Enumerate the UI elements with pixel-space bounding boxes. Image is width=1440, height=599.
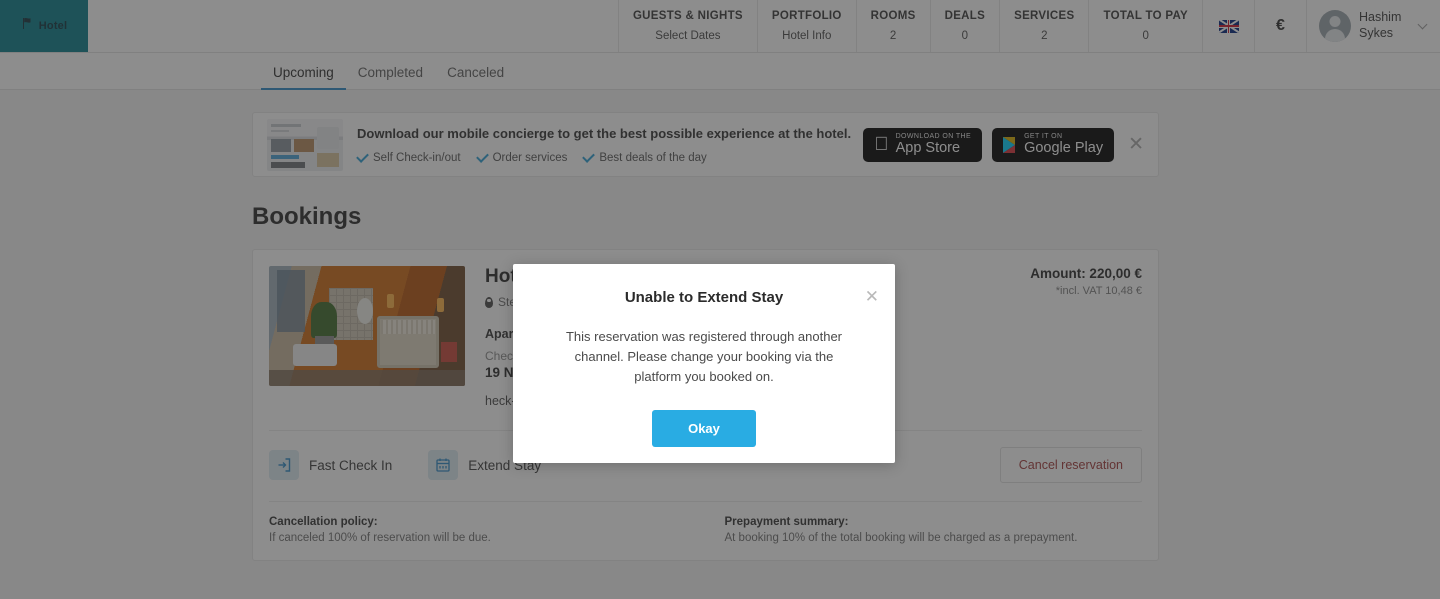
unable-to-extend-stay-dialog: Unable to Extend Stay ✕ This reservation… [513,264,895,463]
okay-button[interactable]: Okay [652,410,756,448]
modal-title: Unable to Extend Stay [624,289,784,306]
close-icon[interactable]: ✕ [865,288,879,305]
modal-body: This reservation was registered through … [565,329,843,385]
